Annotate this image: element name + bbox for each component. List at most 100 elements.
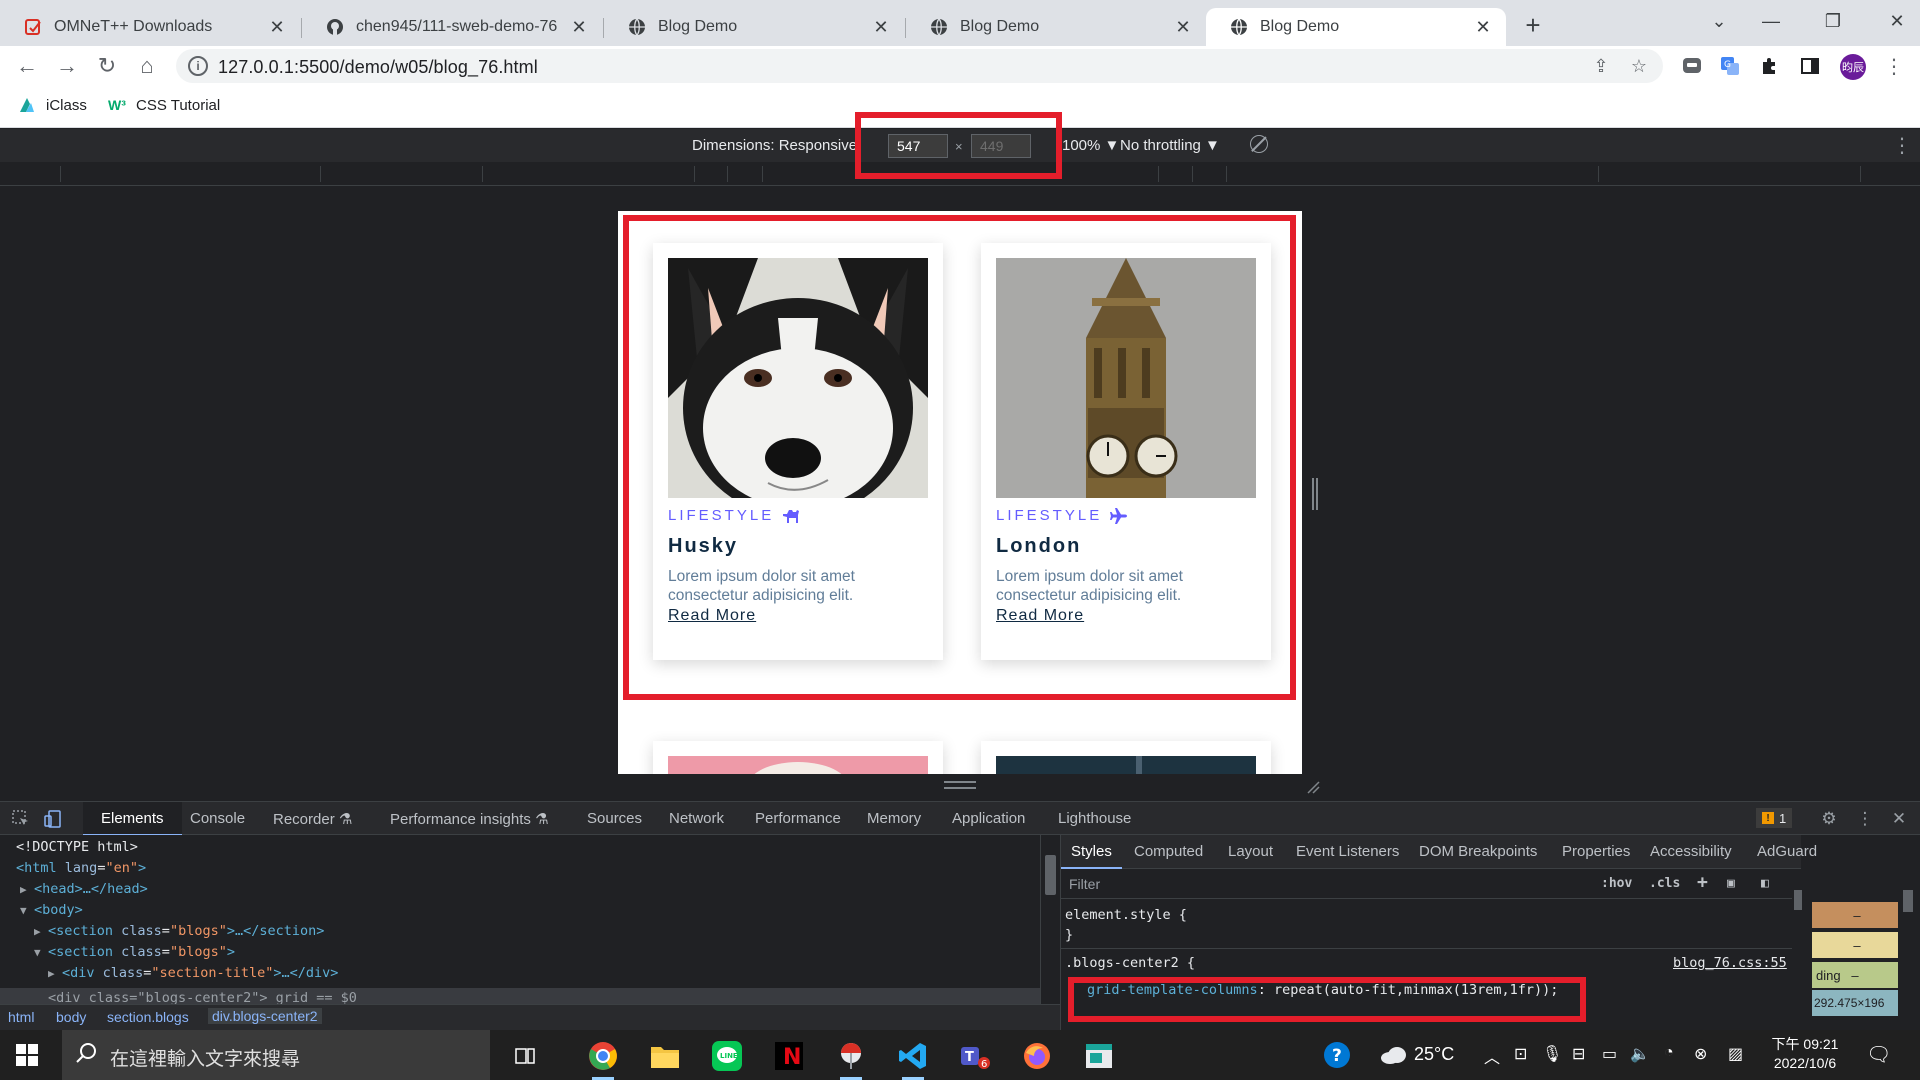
back-button[interactable]: ← [12,51,42,81]
wifi-icon[interactable]: ◔ [1664,1044,1674,1062]
browser-tab[interactable]: chen945/111-sweb-demo-76 ✕ [302,8,602,46]
task-view-icon[interactable] [500,1035,550,1077]
vpn-icon[interactable]: ⊗ [1694,1044,1707,1064]
dom-node[interactable]: ▼ <body> [20,902,83,923]
box-model-scrollbar[interactable] [1898,870,1918,1030]
elements-scrollbar[interactable] [1040,835,1060,1004]
share-icon[interactable]: ⇪ [1590,55,1612,77]
styles-scrollbar[interactable] [1792,870,1804,1030]
devtools-tab-sources[interactable]: Sources [587,810,642,827]
show-hidden-icons[interactable]: ︿ [1484,1044,1500,1068]
hover-state-toggle[interactable]: :hov [1601,876,1632,891]
settings-gear-icon[interactable]: ⚙ [1818,808,1840,830]
styles-tab-computed[interactable]: Computed [1134,843,1203,860]
element-state-icon[interactable]: ▣ [1727,876,1735,891]
new-tab-button[interactable]: + [1518,10,1548,40]
bookmark-iclass[interactable]: iClass [18,96,87,114]
notification-icon[interactable]: 🗨 [1866,1042,1891,1067]
dom-node[interactable]: <html lang="en"> [16,860,146,881]
breadcrumb-item-selected[interactable]: div.blogs-center2 [208,1008,322,1024]
dom-node[interactable]: ▼ <section class="blogs"> [34,944,235,965]
minimize-button[interactable]: — [1748,6,1794,36]
firefox-icon[interactable] [1012,1035,1062,1077]
line-app-icon[interactable]: LINE [702,1035,752,1077]
inspect-element-icon[interactable] [10,808,32,830]
battery-icon[interactable]: ▭ [1602,1044,1617,1064]
breadcrumb-item[interactable]: body [56,1009,86,1025]
dom-node[interactable]: ▶ <div class="section-title">…</div> [48,965,338,986]
devtools-tab-recorder[interactable]: Recorder ⚗ [273,810,352,828]
css-rule-selector[interactable]: .blogs-center2 { [1065,955,1195,971]
side-panel-icon[interactable] [1798,54,1822,78]
tray-app-icon[interactable]: ⊟ [1572,1044,1585,1064]
close-window-button[interactable]: ✕ [1874,6,1920,36]
browser-tab[interactable]: OMNeT++ Downloads ✕ [0,8,300,46]
styles-tab-adguard[interactable]: AdGuard [1757,843,1817,860]
devtools-tab-memory[interactable]: Memory [867,810,921,827]
device-more-icon[interactable]: ⋮ [1892,133,1912,158]
ime-icon[interactable]: ▨ [1728,1044,1743,1064]
devtools-tab-application[interactable]: Application [952,810,1025,827]
snipping-tool-icon[interactable] [826,1035,876,1080]
profile-avatar[interactable]: 昀辰 [1840,54,1866,80]
extensions-puzzle-icon[interactable] [1758,54,1782,78]
element-style-rule[interactable]: element.style { [1065,907,1187,923]
reload-button[interactable]: ↻ [92,51,122,81]
bookmark-css-tutorial[interactable]: W³ CSS Tutorial [108,96,220,114]
resize-handle-corner[interactable] [1306,780,1320,794]
restore-button[interactable]: ❐ [1810,6,1856,36]
styles-tab-properties[interactable]: Properties [1562,843,1630,860]
address-bar[interactable]: i 127.0.0.1:5500/demo/w05/blog_76.html ⇪… [176,49,1663,83]
rotate-icon[interactable] [1250,135,1268,153]
close-tab-icon[interactable]: ✕ [1472,16,1494,38]
devtools-more-icon[interactable]: ⋮ [1854,808,1876,830]
resize-handle-right[interactable] [1312,478,1318,510]
close-tab-icon[interactable]: ✕ [870,16,892,38]
breadcrumb-item[interactable]: html [8,1009,34,1025]
close-tab-icon[interactable]: ✕ [568,16,590,38]
volume-icon[interactable]: 🔈 [1630,1044,1650,1064]
teams-icon[interactable]: T6 [950,1035,1000,1077]
forward-button[interactable]: → [52,51,82,81]
dom-node[interactable]: ▶ <head>…</head> [20,881,148,902]
temperature[interactable]: 25°C [1414,1044,1454,1065]
close-tab-icon[interactable]: ✕ [1172,16,1194,38]
close-devtools-icon[interactable]: ✕ [1888,808,1910,830]
issues-badge[interactable]: ! 1 [1756,808,1793,828]
styles-filter-input[interactable]: Filter :hov .cls + ▣ ◧ [1061,869,1801,899]
taskbar-search-box[interactable]: 在這裡輸入文字來搜尋 [62,1030,490,1080]
devtools-tab-network[interactable]: Network [669,810,724,827]
throttling-dropdown[interactable]: No throttling ▼ [1120,137,1220,154]
browser-tab[interactable]: Blog Demo ✕ [604,8,904,46]
devtools-tab-elements[interactable]: Elements [83,802,182,836]
styles-tab-styles[interactable]: Styles [1061,835,1122,869]
vscode-icon[interactable] [888,1035,938,1080]
translate-extension-icon[interactable]: G [1718,54,1742,78]
new-rule-icon[interactable]: + [1697,872,1708,893]
tab-search-icon[interactable]: ⌄ [1696,6,1742,36]
zoom-dropdown[interactable]: 100% ▼ [1062,137,1119,154]
breadcrumb-item[interactable]: section.blogs [107,1009,189,1025]
chrome-taskbar-icon[interactable] [578,1035,628,1080]
microphone-icon[interactable]: 🎙 [1542,1044,1562,1064]
devtools-tab-performance[interactable]: Performance [755,810,841,827]
resize-handle-bottom[interactable] [944,781,976,789]
home-button[interactable]: ⌂ [132,51,162,81]
dom-node[interactable]: <!DOCTYPE html> [16,839,138,860]
bookmark-star-icon[interactable]: ☆ [1628,55,1650,77]
close-tab-icon[interactable]: ✕ [266,16,288,38]
weather-cloud-icon[interactable] [1380,1046,1408,1069]
device-toggle-icon[interactable] [42,808,64,830]
class-toggle[interactable]: .cls [1649,876,1680,891]
styles-tab-accessibility[interactable]: Accessibility [1650,843,1732,860]
devtools-tab-lighthouse[interactable]: Lighthouse [1058,810,1131,827]
styles-tab-layout[interactable]: Layout [1228,843,1273,860]
devtools-tab-performance-insights[interactable]: Performance insights ⚗ [390,810,549,828]
chrome-menu-icon[interactable]: ⋮ [1882,54,1906,78]
css-source-link[interactable]: blog_76.css:55 [1673,955,1787,971]
system-clock[interactable]: 下午 09:21 2022/10/6 [1770,1035,1840,1073]
styles-tab-event-listeners[interactable]: Event Listeners [1296,843,1399,860]
app-window-icon[interactable] [1074,1035,1124,1077]
browser-tab[interactable]: Blog Demo ✕ [906,8,1206,46]
netflix-icon[interactable]: N [764,1035,814,1077]
